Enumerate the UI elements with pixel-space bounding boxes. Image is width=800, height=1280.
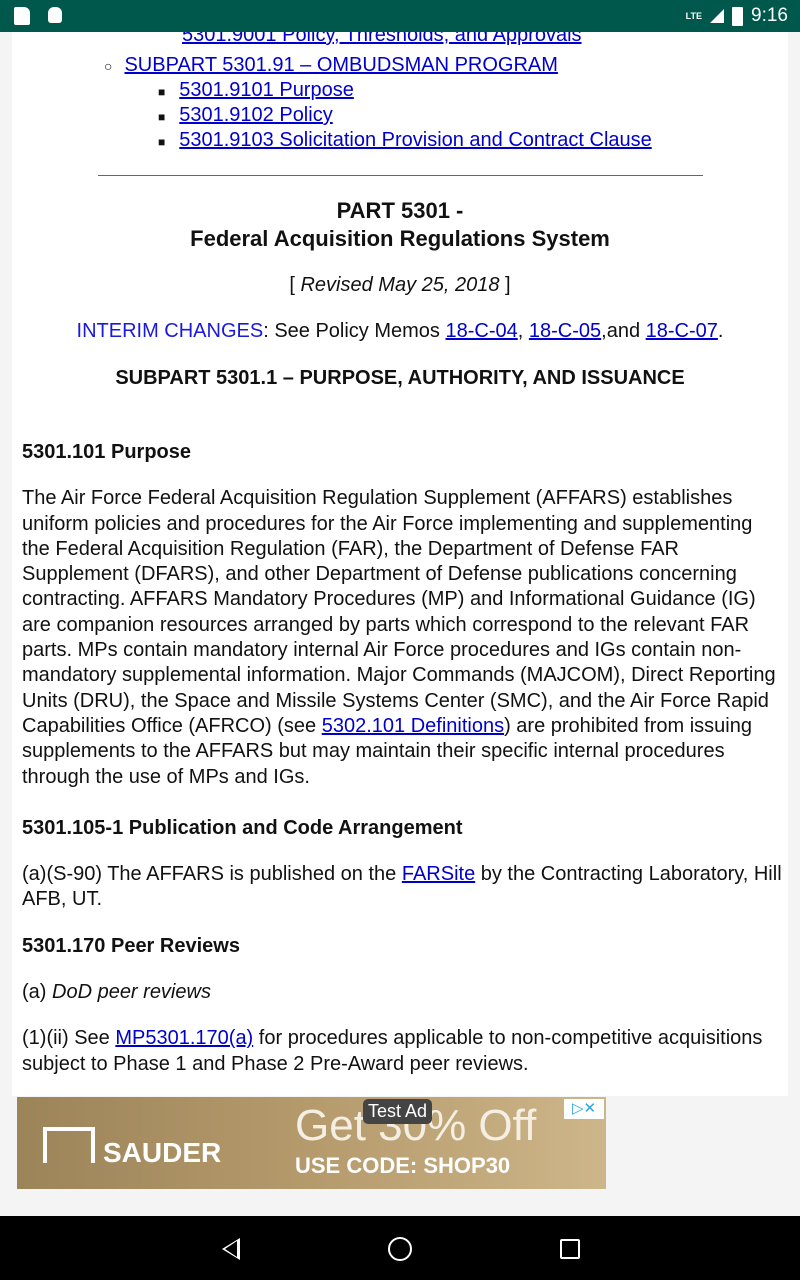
square-bullet-icon: ■ <box>158 135 166 149</box>
circle-bullet-icon: ○ <box>104 58 113 74</box>
definitions-link[interactable]: 5302.101 Definitions <box>322 715 504 737</box>
adchoices-close-icon[interactable]: ▷✕ <box>564 1099 604 1119</box>
ad-brand: SAUDER <box>103 1137 222 1168</box>
farsite-link[interactable]: FARSite <box>402 863 475 885</box>
divider <box>98 175 703 176</box>
revised-date: [ Revised May 25, 2018 ] <box>289 274 511 296</box>
mp-link[interactable]: MP5301.170(a) <box>115 1027 253 1049</box>
clock: 9:16 <box>751 5 788 26</box>
recents-icon[interactable] <box>560 1239 580 1259</box>
sd-card-icon <box>14 7 30 25</box>
toc-link[interactable]: 5301.9103 Solicitation Provision and Con… <box>179 129 652 151</box>
square-bullet-icon: ■ <box>158 110 166 124</box>
interim-changes: INTERIM CHANGES: See Policy Memos 18-C-0… <box>76 320 724 343</box>
lte-label: LTE <box>685 11 703 21</box>
memo-link[interactable]: 18-C-07 <box>646 320 718 342</box>
signal-icon <box>710 9 725 23</box>
ad-code: USE CODE: SHOP30 <box>295 1153 511 1178</box>
section-text: (1)(ii) See MP5301.170(a) for procedures… <box>22 1027 763 1075</box>
memo-link[interactable]: 18-C-04 <box>446 320 518 342</box>
section-heading: 5301.170 Peer Reviews <box>22 934 240 957</box>
memo-link[interactable]: 18-C-05 <box>529 320 601 342</box>
section-text: The Air Force Federal Acquisition Regula… <box>22 487 776 788</box>
battery-icon <box>732 6 744 26</box>
android-icon <box>48 7 62 23</box>
section-text: (a) DoD peer reviews <box>22 981 211 1004</box>
toc-link[interactable]: 5301.9001 Policy, Thresholds, and Approv… <box>182 32 582 46</box>
subpart-title: SUBPART 5301.1 – PURPOSE, AUTHORITY, AND… <box>115 366 685 389</box>
section-heading: 5301.105-1 Publication and Code Arrangem… <box>22 816 463 839</box>
part-number: PART 5301 - <box>336 198 464 223</box>
navigation-bar <box>0 1216 800 1280</box>
sauder-logo-icon <box>43 1127 95 1163</box>
home-icon[interactable] <box>388 1237 412 1261</box>
section-heading: 5301.101 Purpose <box>22 441 191 463</box>
ad-banner[interactable]: SAUDER Get 30% Off USE CODE: SHOP30 Test… <box>17 1097 606 1189</box>
document-view[interactable]: 5301.9001 Policy, Thresholds, and Approv… <box>12 32 788 1096</box>
part-title: Federal Acquisition Regulations System <box>190 226 610 251</box>
section-text: (a)(S-90) The AFFARS is published on the… <box>22 863 782 911</box>
test-ad-badge: Test Ad <box>363 1099 433 1124</box>
square-bullet-icon: ■ <box>158 85 166 99</box>
toc-subpart-link[interactable]: SUBPART 5301.91 – OMBUDSMAN PROGRAM <box>124 54 557 76</box>
status-bar: LTE 9:16 <box>0 0 800 32</box>
toc-link[interactable]: 5301.9102 Policy <box>179 104 332 126</box>
toc-link[interactable]: 5301.9101 Purpose <box>179 79 354 101</box>
